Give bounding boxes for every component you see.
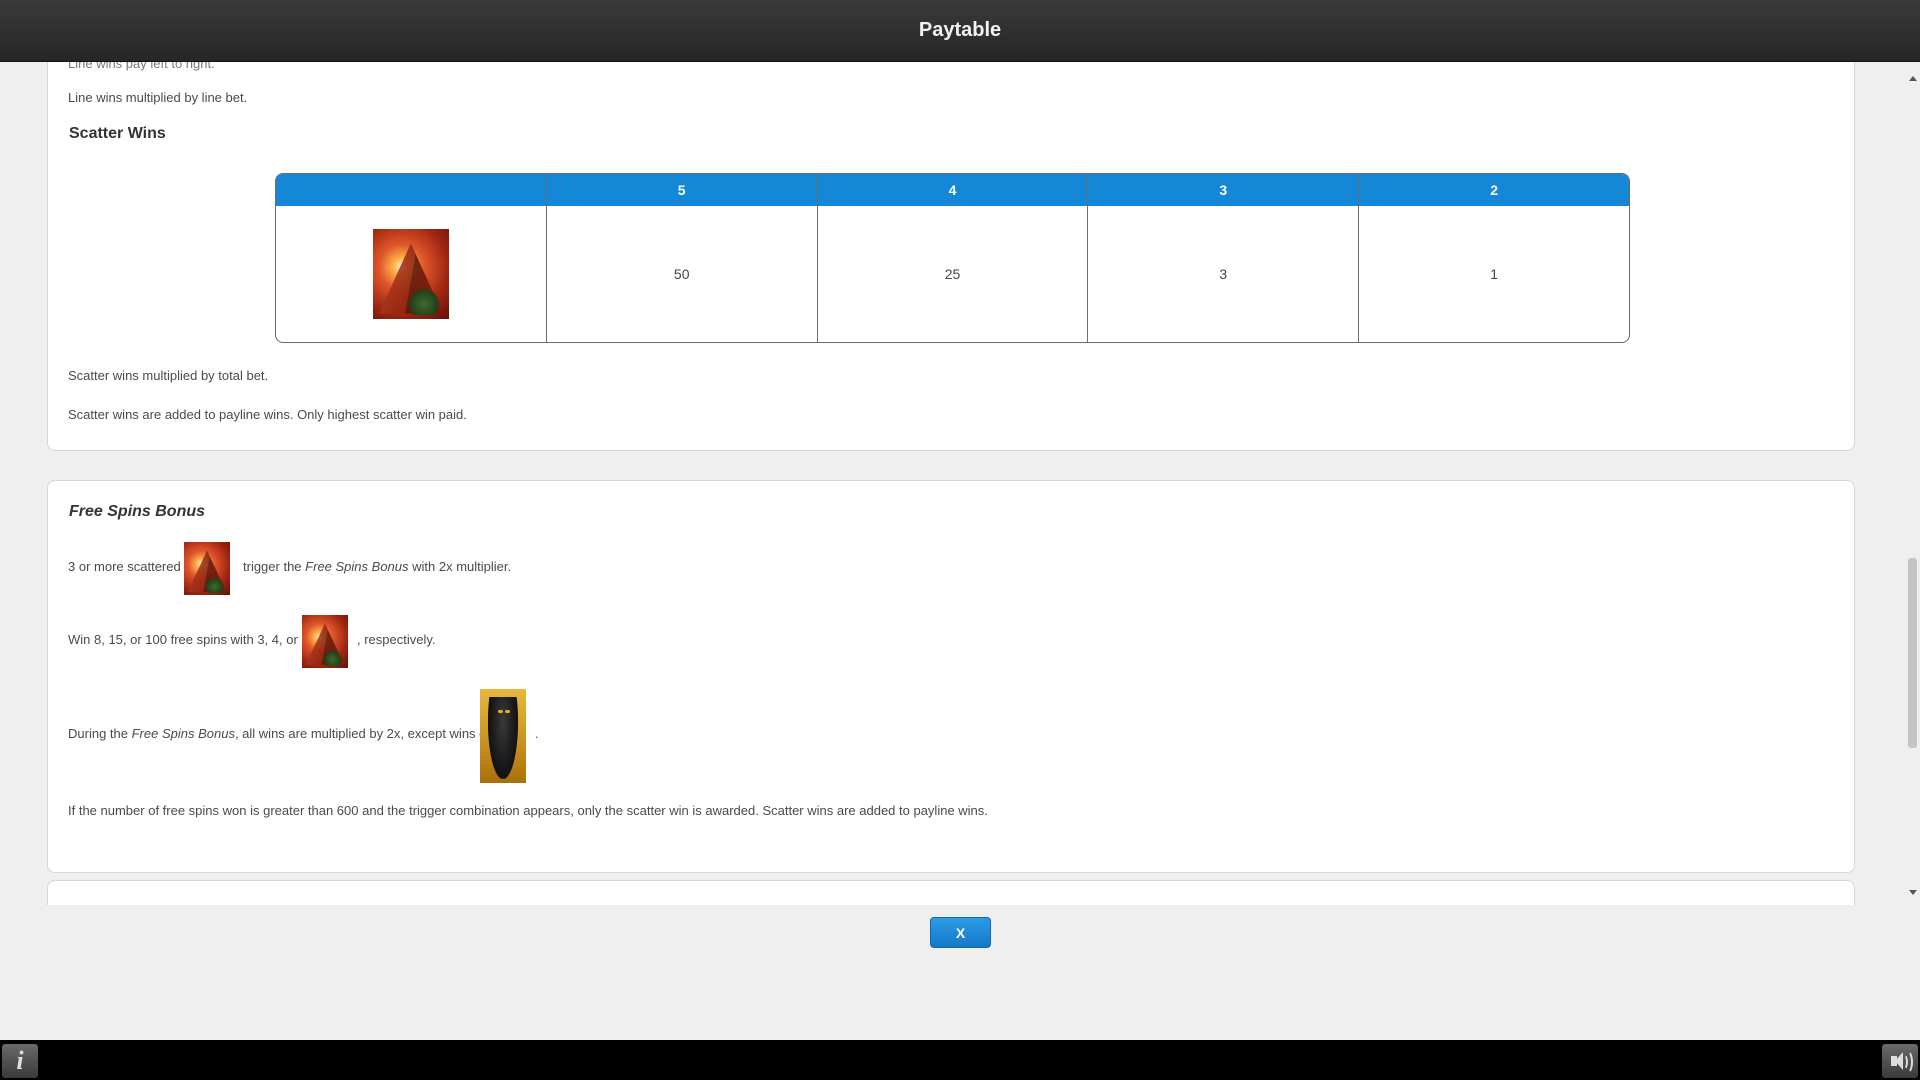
free-spins-multiplier-suffix: . [535, 726, 539, 741]
pyramid-scatter-icon [184, 542, 230, 595]
symbol-cell [276, 206, 546, 342]
page-title: Paytable [918, 19, 1002, 41]
payout-2: 1 [1490, 266, 1498, 282]
payout-3: 3 [1219, 266, 1228, 282]
free-spins-trigger-text-b: trigger the Free Spins Bonus with 2x mul… [243, 559, 512, 574]
free-spins-trigger-text-a: 3 or more scattered [68, 559, 181, 574]
free-spins-award-suffix: , respectively. [357, 632, 436, 647]
paytable-scroll-area[interactable]: Line wins pay left to right. Line wins m… [0, 62, 1920, 905]
scroll-down-arrow-icon[interactable] [1909, 890, 1917, 895]
payout-4: 25 [944, 266, 961, 282]
header-bar: Paytable [0, 0, 1920, 62]
free-spins-limit-text: If the number of free spins won is great… [68, 803, 988, 818]
info-button[interactable]: i [2, 1044, 38, 1078]
free-spins-panel: Free Spins Bonus 3 or more scattered tri… [47, 480, 1855, 873]
info-icon: i [16, 1046, 24, 1075]
count-2-column: 2 1 [1358, 174, 1629, 342]
sound-button[interactable] [1882, 1044, 1918, 1078]
scatter-total-bet-note: Scatter wins multiplied by total bet. [68, 368, 269, 383]
free-spins-multiplier-text: During the Free Spins Bonus, all wins ar… [68, 726, 501, 741]
payout-5: 50 [673, 266, 690, 282]
scatter-paytable: 5 50 4 25 3 3 2 1 [275, 173, 1630, 343]
line-wins-direction-text: Line wins pay left to right. [68, 62, 215, 71]
count-header-4: 4 [817, 174, 1088, 206]
pyramid-scatter-icon [372, 229, 449, 319]
count-header-3: 3 [1088, 174, 1359, 206]
scatter-wins-panel: Line wins pay left to right. Line wins m… [47, 62, 1855, 451]
next-section-panel [47, 880, 1855, 905]
line-bet-note: Line wins multiplied by line bet. [68, 90, 248, 105]
count-5-column: 5 50 [545, 174, 817, 342]
scroll-up-arrow-icon[interactable] [1909, 76, 1917, 81]
scatter-added-note: Scatter wins are added to payline wins. … [68, 407, 467, 422]
count-4-column: 4 25 [816, 174, 1088, 342]
free-spins-award-text: Win 8, 15, or 100 free spins with 3, 4, … [68, 632, 309, 647]
scatter-wins-heading: Scatter Wins [69, 125, 166, 142]
vertical-scrollbar[interactable] [1904, 62, 1920, 905]
symbol-header-cell [276, 174, 546, 206]
symbol-column [276, 174, 546, 342]
scrollbar-thumb[interactable] [1908, 558, 1917, 748]
bottom-bar: i [0, 1040, 1920, 1080]
count-3-column: 3 3 [1087, 174, 1359, 342]
close-button[interactable]: X [930, 917, 991, 948]
free-spins-heading: Free Spins Bonus [69, 503, 206, 520]
count-header-5: 5 [546, 174, 817, 206]
black-panther-symbol-icon [480, 689, 526, 783]
pyramid-scatter-icon [302, 615, 348, 668]
count-header-2: 2 [1359, 174, 1629, 206]
